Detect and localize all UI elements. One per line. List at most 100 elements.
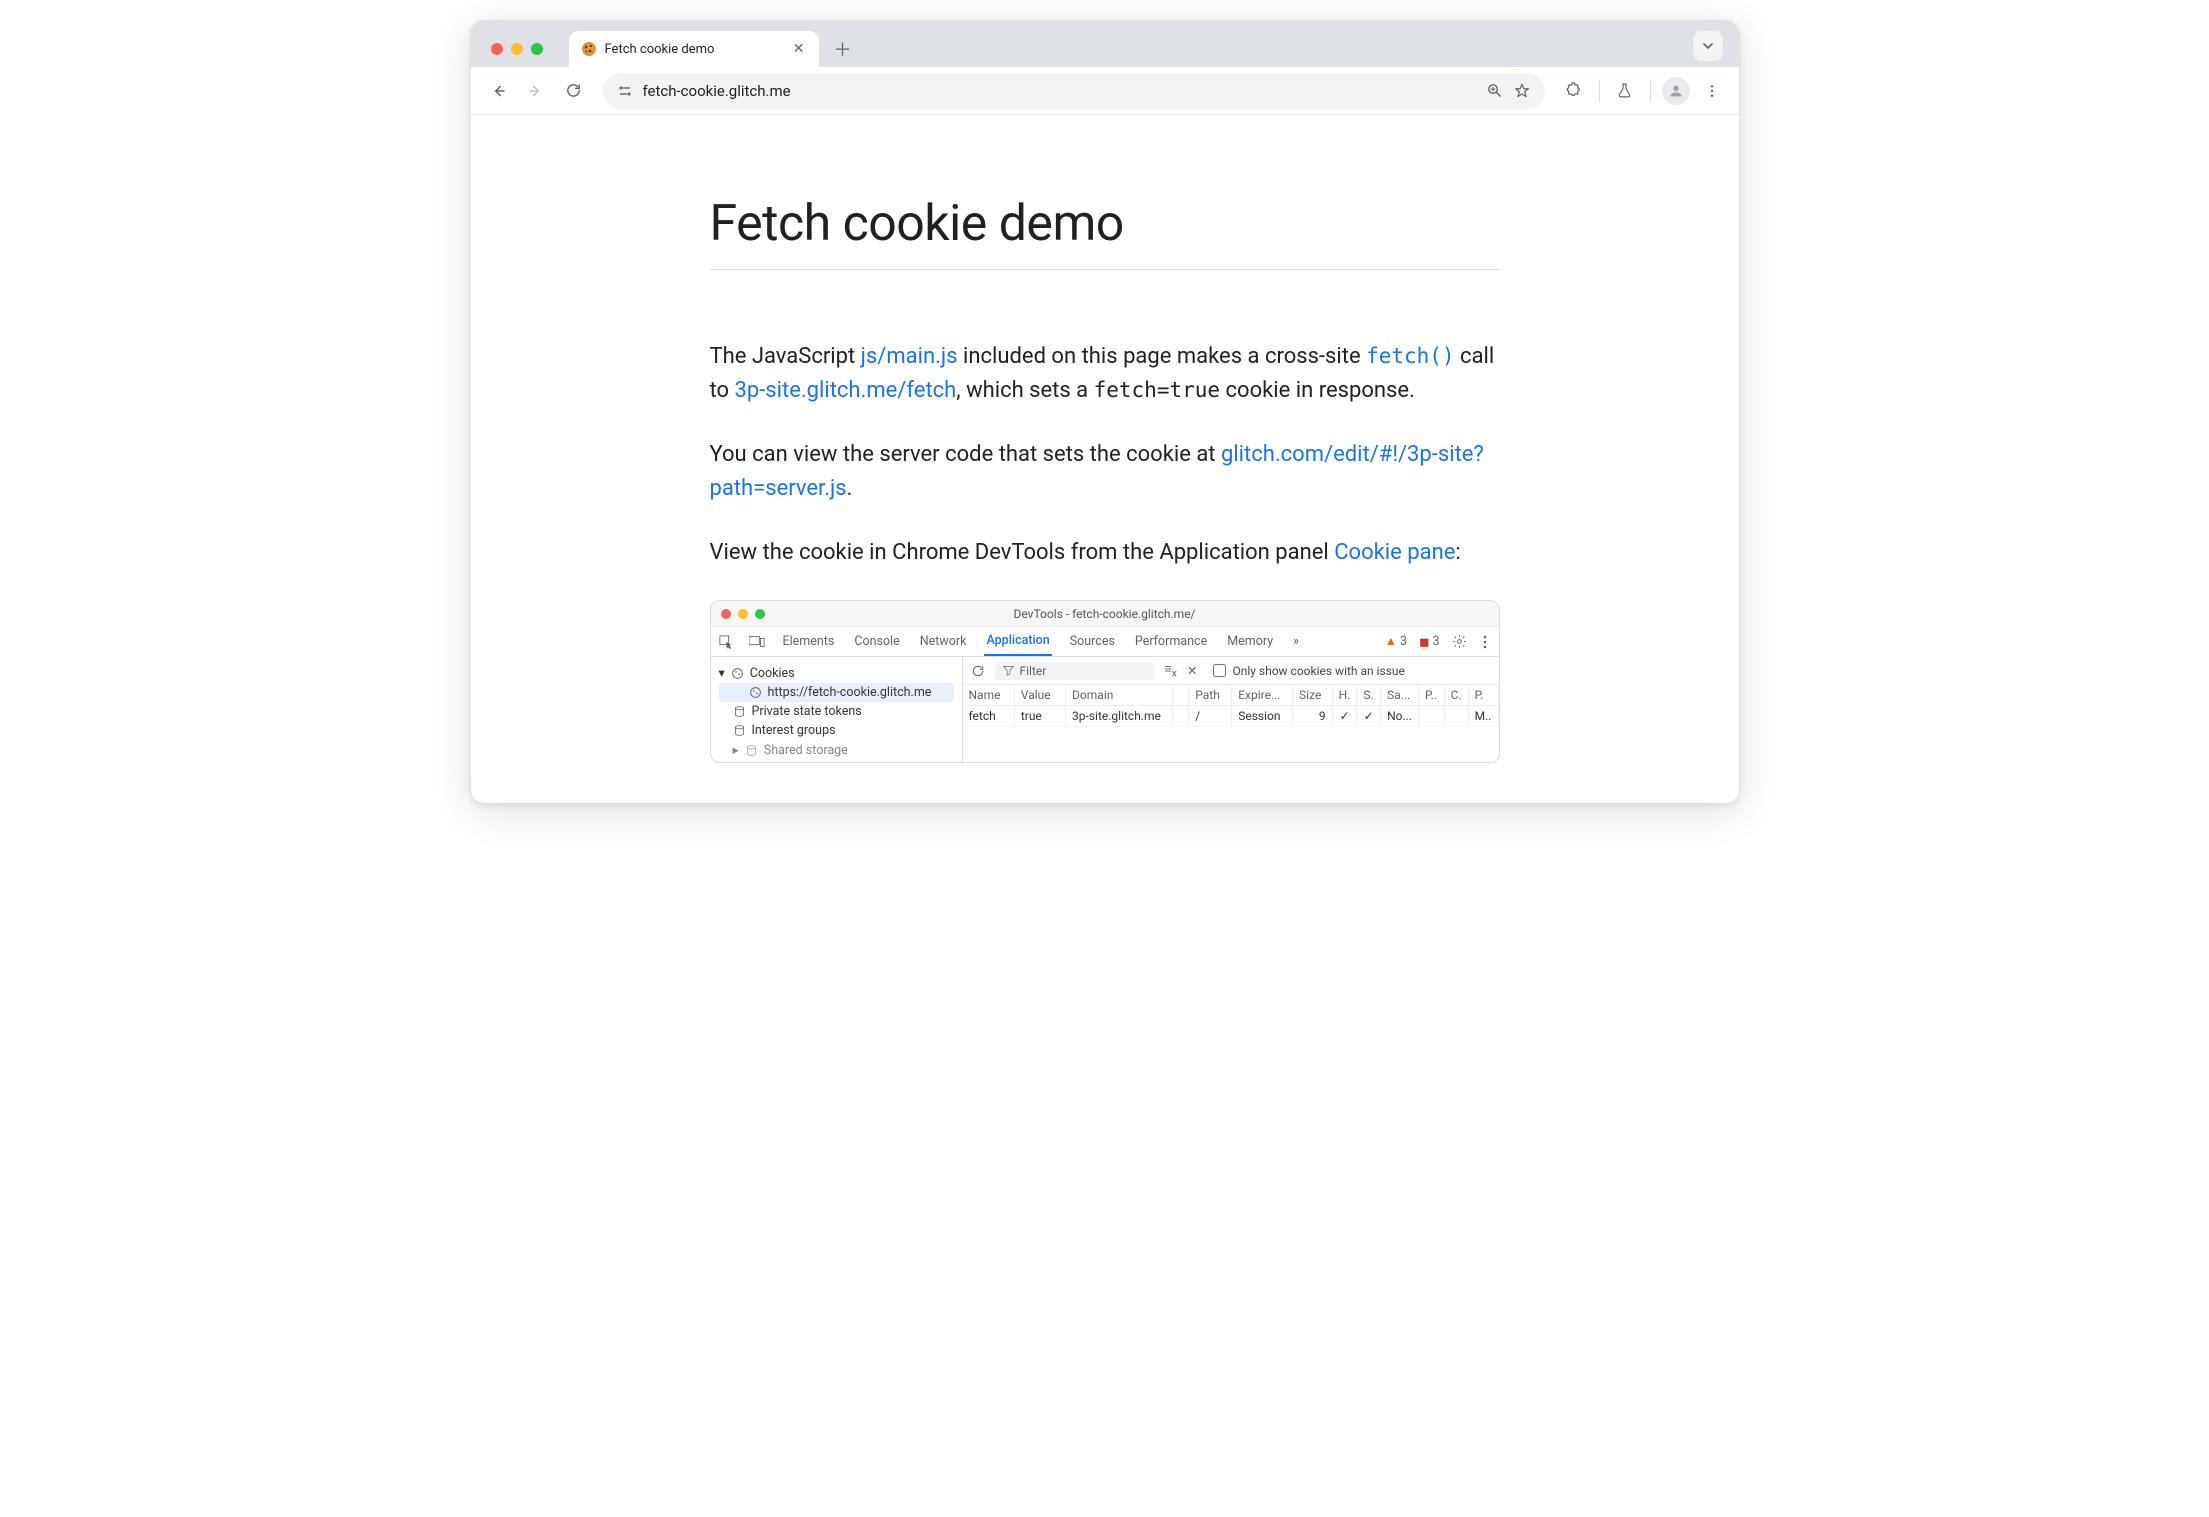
toolbar-right [1557,74,1729,108]
col-priority[interactable]: P. [1468,685,1498,706]
forward-button[interactable] [519,74,553,108]
site-settings-icon[interactable] [617,83,633,99]
devtools-screenshot: DevTools - fetch-cookie.glitch.me/ Eleme… [710,600,1500,763]
col-partition[interactable]: P.. [1418,685,1444,706]
chevron-down-icon [1702,40,1714,52]
paragraph-1: The JavaScript js/main.js included on th… [710,340,1500,408]
back-button[interactable] [481,74,515,108]
maximize-window-button[interactable] [531,43,543,55]
devtools-title: DevTools - fetch-cookie.glitch.me/ [711,607,1499,621]
devtools-warnings[interactable]: ▲3 [1385,634,1407,649]
col-size[interactable]: Size [1293,685,1333,706]
col-httponly[interactable]: H. [1332,685,1357,706]
tab-strip: Fetch cookie demo ✕ ＋ [471,21,1739,67]
close-window-button[interactable] [491,43,503,55]
sidebar-cookies-node[interactable]: ▾ Cookies [719,663,954,683]
cookie-filter-input[interactable]: Filter [995,662,1155,680]
address-bar[interactable]: fetch-cookie.glitch.me [603,73,1545,109]
labs-button[interactable] [1608,74,1642,108]
page-viewport: Fetch cookie demo The JavaScript js/main… [471,115,1739,803]
database-icon [733,724,746,737]
devtools-settings-icon[interactable] [1452,634,1467,649]
col-expires[interactable]: Expire... [1232,685,1293,706]
bookmark-star-icon[interactable] [1513,82,1531,100]
only-issue-checkbox[interactable]: Only show cookies with an issue [1213,664,1404,678]
sidebar-cookie-origin[interactable]: https://fetch-cookie.glitch.me [719,683,954,702]
devtools-tabs: Elements Console Network Application Sou… [711,627,1499,657]
browser-window: Fetch cookie demo ✕ ＋ fetch-cookie.glitc… [470,20,1740,804]
col-sort[interactable] [1173,685,1189,706]
device-toolbar-icon[interactable] [749,635,765,649]
table-row[interactable]: fetch true 3p-site.glitch.me / Session 9… [963,706,1499,727]
devtools-menu-icon[interactable] [1479,635,1491,649]
chrome-menu-button[interactable] [1695,74,1729,108]
refresh-icon[interactable] [971,664,985,678]
toolbar-divider [1599,80,1600,102]
page-content: Fetch cookie demo The JavaScript js/main… [710,195,1500,763]
devtools-issues[interactable]: ◼3 [1419,634,1439,650]
new-tab-button[interactable]: ＋ [829,35,857,63]
checkbox[interactable] [1213,664,1226,677]
omnibox-actions [1486,82,1531,100]
sidebar-interest-groups[interactable]: Interest groups [719,721,954,740]
zoom-icon[interactable] [1486,82,1503,100]
col-cross[interactable]: C. [1444,685,1468,706]
col-samesite[interactable]: Sa... [1381,685,1419,706]
sidebar-shared-storage[interactable]: ▸ Shared storage [719,740,954,760]
cookie-table: Name Value Domain Path Expire... Size H.… [963,685,1499,727]
devtools-tab-performance[interactable]: Performance [1133,627,1209,656]
col-path[interactable]: Path [1189,685,1232,706]
cookie-favicon-icon [581,41,597,57]
puzzle-icon [1565,82,1583,100]
link-cookie-pane[interactable]: Cookie pane [1334,540,1455,565]
col-value[interactable]: Value [1014,685,1065,706]
devtools-cookie-toolbar: Filter ≡x ✕ Only show cookies with an is… [963,657,1499,685]
devtools-tab-more[interactable]: » [1291,627,1301,656]
url-text: fetch-cookie.glitch.me [643,82,791,100]
caret-down-icon: ▾ [719,665,725,681]
page-title: Fetch cookie demo [710,195,1500,270]
close-tab-button[interactable]: ✕ [791,41,807,57]
sidebar-private-state[interactable]: Private state tokens [719,702,954,721]
clear-filter-icon[interactable]: ≡x [1165,662,1177,680]
browser-tab[interactable]: Fetch cookie demo ✕ [569,31,819,67]
col-name[interactable]: Name [963,685,1015,706]
col-domain[interactable]: Domain [1066,685,1173,706]
database-icon [733,705,746,718]
inspect-icon[interactable] [719,635,733,649]
window-controls [483,43,551,67]
paragraph-3: View the cookie in Chrome DevTools from … [710,536,1500,570]
link-fetch-code[interactable]: fetch() [1366,344,1455,369]
person-icon [1668,83,1684,99]
devtools-tab-console[interactable]: Console [852,627,901,656]
minimize-window-button[interactable] [511,43,523,55]
devtools-sidebar: ▾ Cookies https://fetch-cookie.glitch.me… [711,657,963,762]
body-text: The JavaScript js/main.js included on th… [710,340,1500,570]
devtools-tab-elements[interactable]: Elements [781,627,837,656]
inline-code: fetch=true [1094,378,1220,402]
toolbar-divider [1650,80,1651,102]
devtools-tab-sources[interactable]: Sources [1068,627,1117,656]
devtools-tab-application[interactable]: Application [984,627,1051,656]
database-icon [745,744,758,757]
devtools-tab-memory[interactable]: Memory [1225,627,1275,656]
profile-button[interactable] [1659,74,1693,108]
extensions-button[interactable] [1557,74,1591,108]
arrow-left-icon [489,82,507,100]
col-secure[interactable]: S. [1357,685,1381,706]
tabs-dropdown-button[interactable] [1693,31,1723,61]
clear-all-icon[interactable]: ✕ [1187,663,1197,679]
arrow-right-icon [527,82,545,100]
devtools-titlebar: DevTools - fetch-cookie.glitch.me/ [711,601,1499,627]
devtools-tab-network[interactable]: Network [918,627,969,656]
caret-right-icon: ▸ [733,742,739,758]
kebab-icon [1704,83,1720,99]
cookie-icon [731,667,744,680]
link-3p-site-fetch[interactable]: 3p-site.glitch.me/fetch [735,378,957,403]
link-main-js[interactable]: js/main.js [861,344,958,369]
filter-icon [1003,665,1014,676]
reload-button[interactable] [557,74,591,108]
browser-toolbar: fetch-cookie.glitch.me [471,67,1739,115]
table-header-row: Name Value Domain Path Expire... Size H.… [963,685,1499,706]
flask-icon [1616,82,1633,99]
